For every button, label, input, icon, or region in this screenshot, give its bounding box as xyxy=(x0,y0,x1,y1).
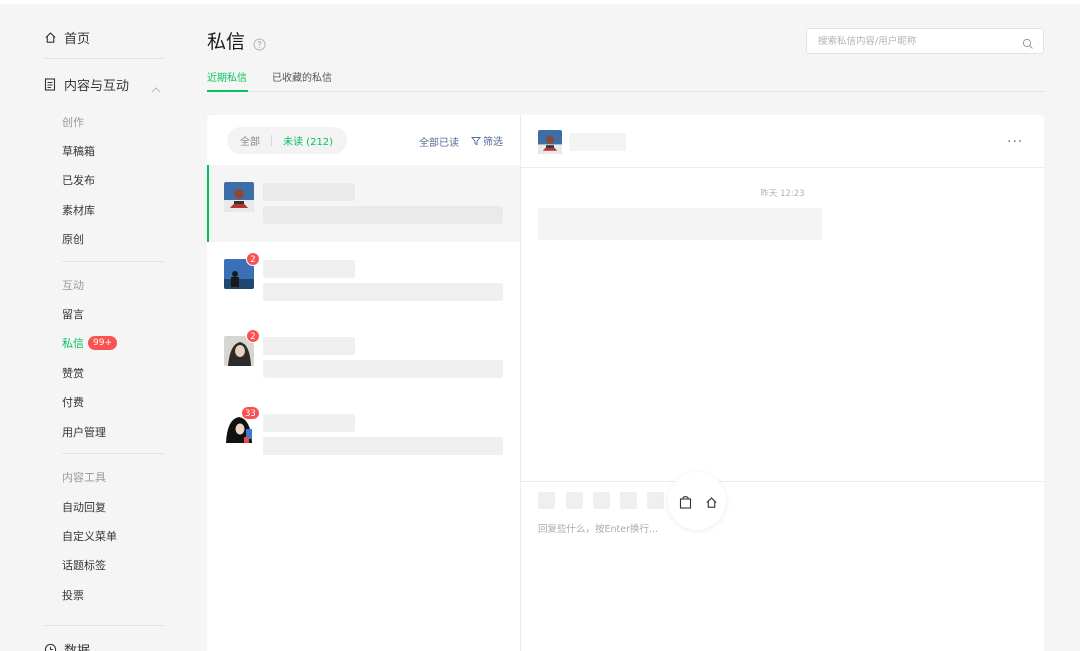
message-composer[interactable] xyxy=(538,521,1028,621)
page-title: 私信 xyxy=(207,27,266,54)
group-label-create: 创作 xyxy=(62,116,84,129)
composer-divider xyxy=(521,481,1044,482)
toolbar-button[interactable] xyxy=(566,492,583,509)
preview-placeholder xyxy=(263,360,503,378)
name-placeholder xyxy=(263,414,355,432)
message-bubble-placeholder xyxy=(538,208,822,240)
sidebar-item-published[interactable]: 已发布 xyxy=(62,172,95,188)
sidebar-item-drafts[interactable]: 草稿箱 xyxy=(62,143,95,159)
toolbar-button[interactable] xyxy=(593,492,610,509)
document-icon xyxy=(43,78,57,92)
filter-all-option[interactable]: 全部 xyxy=(240,133,260,148)
name-placeholder xyxy=(263,183,355,201)
sidebar-item-label: 首页 xyxy=(64,32,91,47)
filter-unread-option[interactable]: 未读 (212) xyxy=(283,133,333,148)
divider xyxy=(62,453,165,454)
search-icon[interactable] xyxy=(1022,35,1034,49)
chevron-down-icon[interactable] xyxy=(150,644,162,651)
search-input[interactable] xyxy=(807,29,1007,54)
shopping-bag-icon[interactable] xyxy=(678,495,692,509)
preview-placeholder xyxy=(263,437,503,455)
divider xyxy=(43,58,165,59)
sidebar-item-original[interactable]: 原创 xyxy=(62,231,84,247)
preview-placeholder xyxy=(263,206,503,224)
clock-icon xyxy=(43,643,57,651)
sidebar-item-paid[interactable]: 付费 xyxy=(62,394,84,410)
home-icon[interactable] xyxy=(704,495,718,509)
sidebar-item-user-management[interactable]: 用户管理 xyxy=(62,424,106,440)
sidebar-item-assets[interactable]: 素材库 xyxy=(62,202,95,218)
sidebar: 首页 内容与互动 创作 草稿箱 已发布 素材库 原创 互动 留言 私信 99+ … xyxy=(0,4,185,651)
unread-badge: 2 xyxy=(246,252,260,266)
toolbar-button[interactable] xyxy=(538,492,555,509)
messages-count-badge: 99+ xyxy=(88,336,117,350)
filter-icon xyxy=(471,136,481,145)
group-label-tools: 内容工具 xyxy=(62,471,106,484)
filter-button[interactable]: 筛选 xyxy=(471,133,503,148)
sidebar-section-label: 内容与互动 xyxy=(64,79,130,94)
sidebar-item-comments[interactable]: 留言 xyxy=(62,306,84,322)
toolbar-button[interactable] xyxy=(647,492,664,509)
active-tab-indicator xyxy=(207,90,248,92)
sidebar-item-rewards[interactable]: 赞赏 xyxy=(62,365,84,381)
sidebar-item-topic-tags[interactable]: 话题标签 xyxy=(62,557,106,573)
tab-recent-messages[interactable]: 近期私信 xyxy=(207,69,247,84)
tab-saved-messages[interactable]: 已收藏的私信 xyxy=(272,69,332,84)
divider xyxy=(43,625,165,626)
sidebar-section-content[interactable]: 内容与互动 xyxy=(43,75,129,94)
sidebar-section-label: 数据 xyxy=(64,640,90,651)
name-placeholder xyxy=(263,260,355,278)
help-icon[interactable] xyxy=(253,34,266,51)
name-placeholder xyxy=(263,337,355,355)
preview-placeholder xyxy=(263,283,503,301)
conversation-item[interactable]: 2 xyxy=(207,319,520,396)
conversation-item[interactable]: 33 xyxy=(207,396,520,473)
chat-header: ··· xyxy=(521,115,1044,168)
filter-toggle: 全部 未读 (212) xyxy=(227,127,347,154)
more-options-icon[interactable]: ··· xyxy=(1007,134,1023,150)
sidebar-item-polls[interactable]: 投票 xyxy=(62,587,84,603)
tab-bar: 近期私信 已收藏的私信 xyxy=(207,66,1044,92)
unread-badge: 33 xyxy=(241,406,260,420)
page-title-text: 私信 xyxy=(207,31,246,53)
group-label-interact: 互动 xyxy=(62,279,84,292)
home-icon xyxy=(43,31,57,45)
sidebar-item-messages[interactable]: 私信 99+ xyxy=(62,335,117,351)
sidebar-item-label: 私信 xyxy=(62,337,84,350)
mark-all-read-button[interactable]: 全部已读 xyxy=(419,134,459,149)
sidebar-item-home[interactable]: 首页 xyxy=(43,28,90,47)
name-placeholder xyxy=(569,133,626,151)
message-timestamp: 昨天 12:23 xyxy=(760,189,805,199)
search-box xyxy=(806,28,1044,54)
chevron-up-icon[interactable] xyxy=(150,79,162,93)
unread-badge: 2 xyxy=(246,329,260,343)
sidebar-section-data[interactable]: 数据 xyxy=(43,640,90,651)
avatar xyxy=(224,182,254,212)
avatar[interactable] xyxy=(538,130,562,154)
divider xyxy=(271,135,272,146)
conversation-item[interactable]: 2 xyxy=(207,242,520,319)
divider xyxy=(62,261,165,262)
chat-panel: ··· 昨天 12:23 xyxy=(521,115,1044,651)
toolbar-button[interactable] xyxy=(620,492,637,509)
sidebar-item-custom-menu[interactable]: 自定义菜单 xyxy=(62,528,117,544)
conversation-item[interactable] xyxy=(207,165,520,242)
filter-button-label: 筛选 xyxy=(483,137,503,148)
conversation-list-panel: 全部 未读 (212) 全部已读 筛选 2 2 33 xyxy=(207,115,520,651)
sidebar-item-auto-reply[interactable]: 自动回复 xyxy=(62,499,106,515)
